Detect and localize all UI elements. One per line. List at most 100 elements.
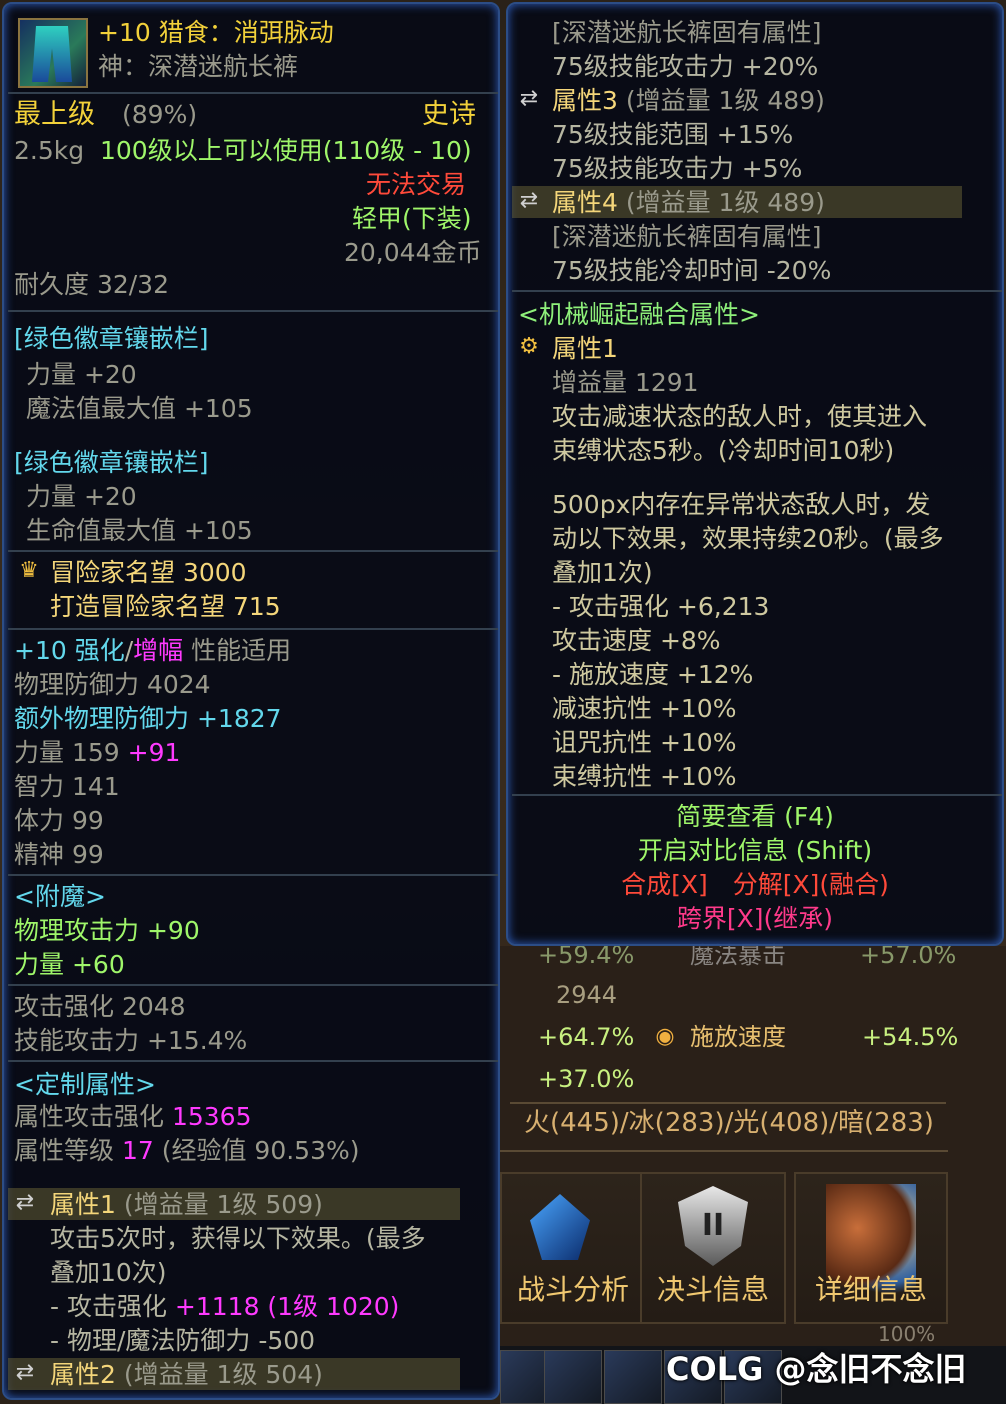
battle-analysis-label: 战斗分析 [516,1273,629,1306]
item-name: +10 猎食：消弭脉动 [98,18,334,47]
divider [510,1102,946,1104]
fixed-attribute-title: [深潜迷航长裤固有属性] [552,222,822,251]
fusion-line: 500px内存在异常状态敌人时，发 [552,490,931,519]
item-price: 20,044金币 [344,238,482,267]
element-resist: 火(445)/冰(283)/光(408)/暗(283) [524,1108,934,1138]
item-tooltip-right: [深潜迷航长裤固有属性] 75级技能攻击力 +20% ⇄ 属性3 (增益量 1级… [506,2,1004,946]
fusion-line: 束缚抗性 +10% [552,762,737,791]
shuffle-icon[interactable]: ⇄ [514,188,544,214]
fusion-line: 束缚状态5秒。(冷却时间10秒) [552,436,895,465]
quick-slot[interactable] [604,1350,662,1404]
fame-label: 冒险家名望 3000 [50,558,247,587]
fusion-attr-head: 属性1 [552,334,618,363]
item-level-req: 100级以上可以使用(110级 - 10) [100,136,472,165]
attribute-3-head: 属性3 (增益量 1级 489) [552,86,825,115]
phys-def: 物理防御力 4024 [14,670,211,699]
attribute-1-head: 属性1 (增益量 1级 509) [50,1190,323,1219]
crown-icon: ♛ [19,558,39,583]
emblem-line: 力量 +20 [26,360,137,389]
enchant-line: 物理攻击力 +90 [14,916,200,945]
emblem-line: 生命值最大值 +105 [26,516,253,545]
attack-enhance: 攻击强化 2048 [14,992,186,1021]
custom-line: 属性等级 17 (经验值 90.53%) [14,1136,360,1165]
divider [512,290,1002,292]
stat-cast-speed-label: 施放速度 [690,1023,786,1051]
fusion-line: 攻击减速状态的敌人时，使其进入 [552,402,928,431]
strength: 力量 159 +91 [14,738,181,767]
stat-647: +64.7% [538,1023,635,1051]
battle-gem-icon [530,1194,590,1260]
item-tooltip-left: +10 猎食：消弭脉动 神：深潜迷航长裤 最上级 (89%) 史诗 2.5kg … [2,2,500,1400]
stat-2944: 2944 [556,981,618,1009]
divider [512,794,1002,796]
shuffle-icon[interactable]: ⇄ [514,86,544,112]
enchant-line: 力量 +60 [14,950,125,979]
extra-phys-def: 额外物理防御力 +1827 [14,704,282,733]
fusion-line: - 攻击强化 +6,213 [552,592,770,621]
intelligence: 智力 141 [14,772,120,801]
detail-info-label: 详细信息 [814,1273,927,1306]
fusion-line: - 施放速度 +12% [552,660,754,689]
divider [8,628,498,630]
item-icon [18,18,88,88]
duel-info-label: 决斗信息 [656,1273,769,1306]
spirit: 精神 99 [14,840,104,869]
item-weight: 2.5kg [14,136,85,165]
vitality: 体力 99 [14,806,104,835]
fusion-line: 减速抗性 +10% [552,694,737,723]
shuffle-icon[interactable]: ⇄ [10,1190,40,1216]
enchant-title: <附魔> [14,882,106,911]
fixed-attribute-line: 75级技能攻击力 +20% [552,52,819,81]
divider [8,984,498,986]
fixed-attribute-line: 75级技能冷却时间 -20% [552,256,832,285]
hint-brief-view[interactable]: 简要查看 (F4) [508,802,1002,832]
emblem-slot-title: [绿色徽章镶嵌栏] [14,448,209,477]
hint-transfer[interactable]: 跨界[X](继承) [508,904,1002,934]
fusion-line: 叠加1次) [552,558,653,587]
stat-cast-speed-value: +54.5% [862,1023,959,1051]
fusion-line: 诅咒抗性 +10% [552,728,737,757]
detail-info-button[interactable]: 详细信息 [794,1172,948,1324]
item-rarity: 史诗 [422,99,476,130]
stat-370: +37.0% [538,1065,635,1093]
divider [500,1150,948,1152]
shuffle-icon[interactable]: ⇄ [10,1360,40,1386]
divider [8,550,498,552]
item-grade: 最上级 [14,99,95,130]
divider [8,874,498,876]
attribute-1-line: - 物理/魔法防御力 -500 [50,1326,316,1355]
item-trade: 无法交易 [366,170,467,199]
fusion-line: 攻击速度 +8% [552,626,721,655]
attribute-2-head: 属性2 (增益量 1级 504) [50,1360,323,1389]
fusion-title: <机械崛起融合属性> [518,300,760,329]
custom-title: <定制属性> [14,1070,156,1099]
emblem-slot-title: [绿色徽章镶嵌栏] [14,324,209,353]
cast-speed-icon: ◉ [655,1024,675,1049]
duel-info-button[interactable]: II 决斗信息 [640,1172,786,1324]
attribute-1-line: - 攻击强化 +1118 (1级 1020) [50,1292,400,1321]
fusion-line: 动以下效果，效果持续20秒。(最多 [552,524,944,553]
item-slot-type: 轻甲(下装) [352,204,472,233]
item-durability: 耐久度 32/32 [14,270,169,299]
fusion-gear-icon: ⚙ [519,334,539,359]
quick-slot[interactable] [544,1350,602,1404]
attribute-1-line: 叠加10次) [50,1258,167,1287]
divider [8,1060,498,1062]
divider [8,92,498,94]
battle-analysis-button[interactable]: 战斗分析 [500,1172,646,1324]
fixed-attribute-title: [深潜迷航长裤固有属性] [552,18,822,47]
attribute-3-line: 75级技能攻击力 +5% [552,154,803,183]
skill-attack: 技能攻击力 +15.4% [14,1026,248,1055]
fusion-buff: 增益量 1291 [552,368,699,397]
enhance-header: +10 强化/增幅 性能适用 [14,636,292,665]
attribute-3-line: 75级技能范围 +15% [552,120,794,149]
emblem-line: 魔法值最大值 +105 [26,394,253,423]
watermark: COLG @念旧不念旧 [666,1350,967,1388]
percent-100: 100% [878,1322,936,1346]
hint-compare[interactable]: 开启对比信息 (Shift) [508,836,1002,866]
hint-compose[interactable]: 合成[X] 分解[X](融合) [508,870,1002,900]
duel-shield-icon: II [678,1186,748,1266]
divider [8,310,498,312]
item-type: 神：深潜迷航长裤 [98,52,299,81]
attribute-4-head: 属性4 (增益量 1级 489) [552,188,825,217]
